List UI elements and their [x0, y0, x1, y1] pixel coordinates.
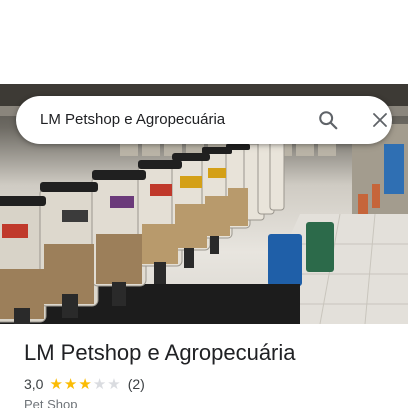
- search-input[interactable]: LM Petshop e Agropecuária: [40, 96, 225, 144]
- search-bar[interactable]: LM Petshop e Agropecuária: [16, 96, 392, 144]
- star-icon: ★: [107, 375, 121, 393]
- search-button[interactable]: [308, 100, 348, 140]
- top-blank-area: [0, 0, 408, 84]
- star-icon: ★: [63, 375, 78, 393]
- search-icon: [319, 111, 338, 130]
- place-title: LM Petshop e Agropecuária: [24, 340, 296, 365]
- review-count[interactable]: (2): [128, 376, 145, 392]
- place-category: Pet Shop: [24, 397, 78, 408]
- rating-value: 3,0: [24, 376, 44, 392]
- close-icon: [373, 113, 387, 127]
- rating-stars: ★ ★ ★ ★ ★: [49, 377, 121, 392]
- rating-row[interactable]: 3,0 ★ ★ ★ ★ ★ (2): [24, 375, 145, 393]
- close-button[interactable]: [360, 100, 400, 140]
- star-icon: ★: [78, 375, 92, 393]
- star-icon: ★: [49, 375, 63, 393]
- star-icon: ★: [92, 375, 107, 393]
